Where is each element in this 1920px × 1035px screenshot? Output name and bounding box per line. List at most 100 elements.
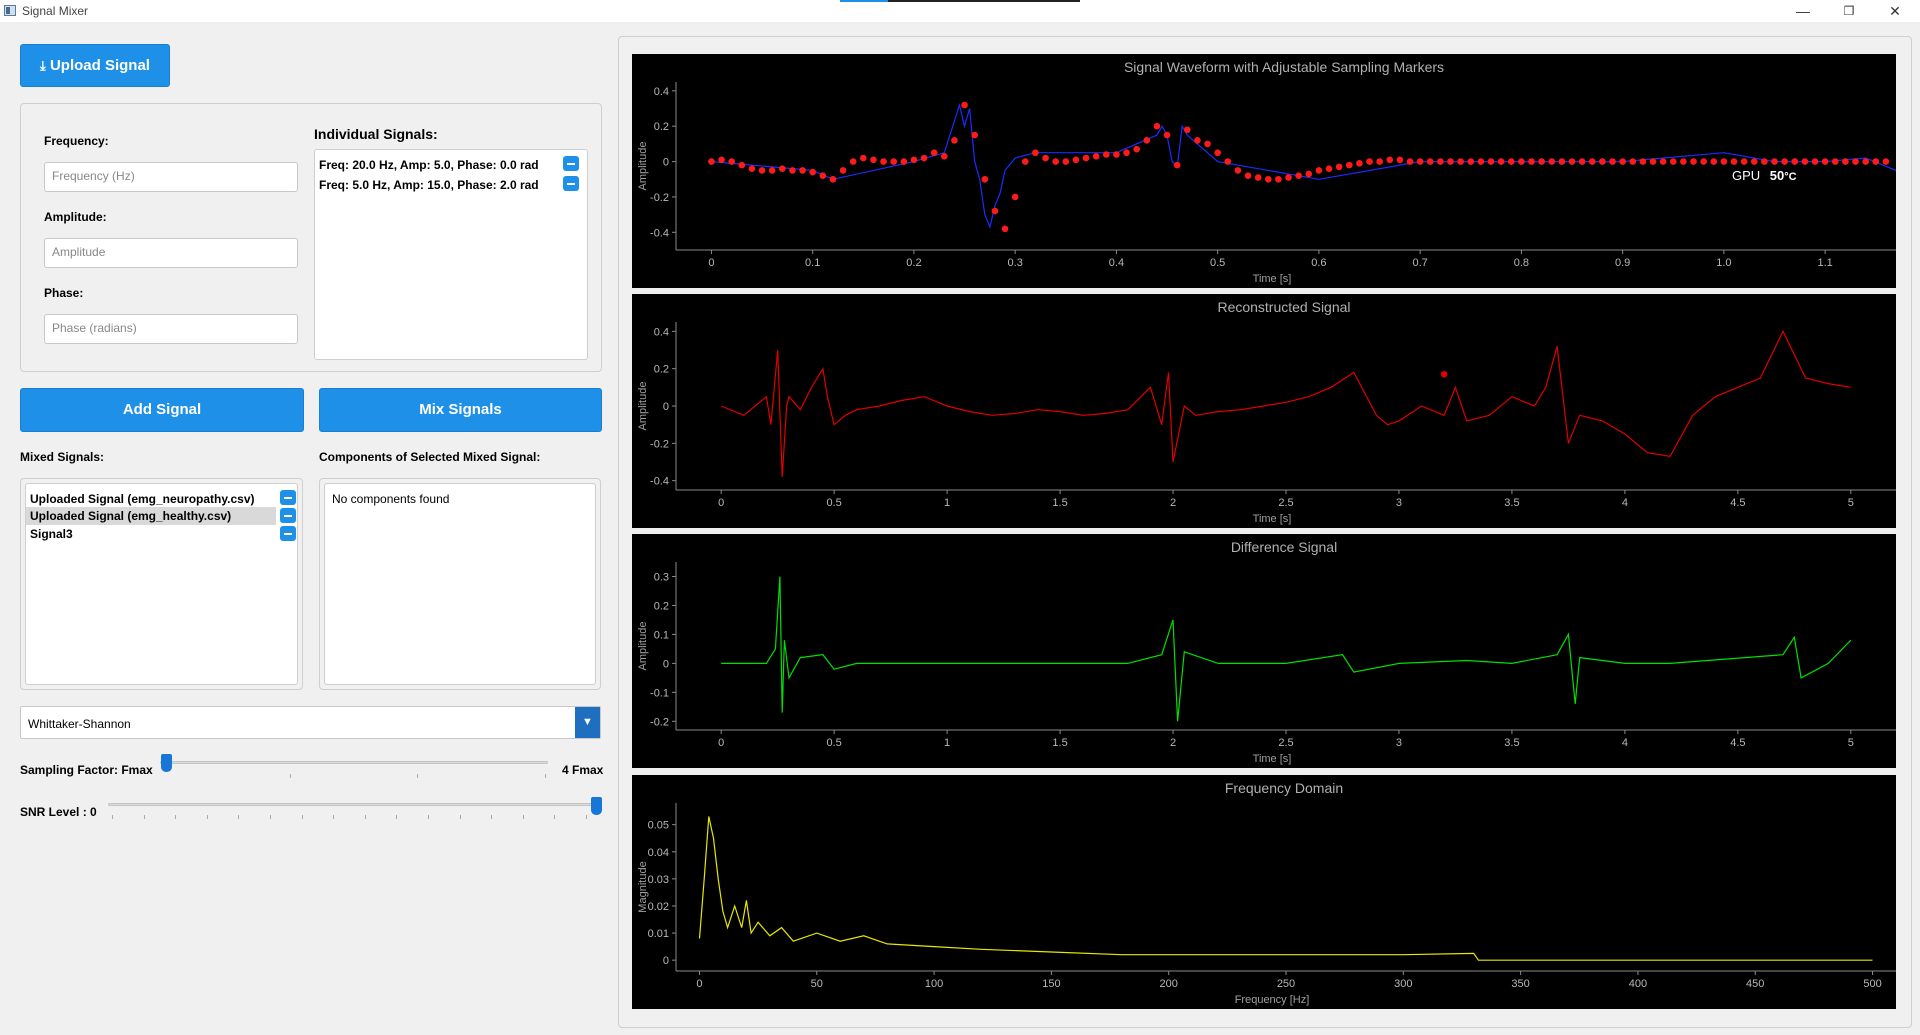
data-point: [1032, 149, 1039, 157]
waveform-plot[interactable]: Signal Waveform with Adjustable Sampling…: [632, 54, 1896, 288]
frequency-label: Frequency:: [44, 134, 109, 148]
data-point: [718, 156, 725, 164]
mixed-signals-frame: Uploaded Signal (emg_neuropathy.csv) Upl…: [20, 478, 303, 690]
close-icon[interactable]: ✕: [1872, 1, 1918, 21]
data-point: [1275, 175, 1282, 183]
data-point: [1467, 158, 1475, 165]
data-point: [1426, 158, 1434, 165]
data-point: [1440, 370, 1448, 378]
remove-mixed-signal-button[interactable]: [280, 490, 296, 505]
series-line-0: [698, 816, 1873, 961]
y-axis-label: Amplitude: [637, 622, 649, 671]
data-point: [1740, 158, 1748, 165]
data-point: [1518, 158, 1525, 165]
data-point: [1639, 158, 1647, 165]
x-tick-label: 0.5: [1210, 257, 1225, 269]
data-point: [1669, 158, 1677, 165]
data-point: [1082, 154, 1090, 162]
remove-mixed-signal-button[interactable]: [280, 526, 296, 541]
data-point: [1366, 158, 1373, 165]
data-point: [799, 167, 806, 174]
data-point: [940, 152, 948, 160]
slider-tick: [522, 815, 524, 819]
gpu-temperature-unit: °C: [1784, 171, 1797, 183]
frequency-input[interactable]: Frequency (Hz): [44, 162, 298, 192]
slider-tick: [270, 815, 271, 819]
data-point: [1528, 158, 1535, 165]
amplitude-input[interactable]: Amplitude: [44, 238, 298, 268]
y-tick-label: 0.04: [648, 847, 669, 859]
data-point: [1325, 165, 1333, 172]
individual-signals-title: Individual Signals:: [314, 126, 438, 142]
x-tick-label: 5: [1848, 737, 1854, 749]
y-tick-label: 0.4: [654, 326, 669, 338]
data-point: [768, 167, 776, 174]
snr-slider-track[interactable]: [108, 803, 598, 806]
data-point: [1194, 137, 1201, 144]
data-point: [951, 137, 958, 144]
list-item[interactable]: Freq: 20.0 Hz, Amp: 5.0, Phase: 0.0 rad: [319, 157, 539, 173]
data-point: [1842, 158, 1849, 165]
snr-slider-handle[interactable]: [591, 797, 602, 815]
components-list[interactable]: No components found: [324, 483, 596, 685]
sampling-factor-slider-handle[interactable]: [161, 754, 172, 772]
data-point: [1781, 158, 1788, 165]
reconstructed-plot[interactable]: Reconstructed Signal 0 0.5 1 1.5 2 2.5 3 3.5 4 4.5…: [632, 294, 1896, 528]
sampling-factor-label: Sampling Factor: Fmax: [20, 763, 153, 777]
list-item[interactable]: Uploaded Signal (emg_neuropathy.csv): [30, 491, 254, 507]
difference-plot[interactable]: Difference Signal 0 0.5 1 1.5 2 2.5 3 3.5 4 4.5 5 -0…: [632, 534, 1896, 768]
frequency-plot[interactable]: Frequency Domain 0 50 100 150 200 250 300 350 400…: [632, 775, 1896, 1009]
x-tick-label: 4: [1622, 497, 1628, 509]
snr-level-label: SNR Level : 0: [20, 805, 97, 819]
data-point: [1507, 158, 1515, 165]
data-point: [1578, 158, 1586, 165]
data-point: [1761, 158, 1768, 165]
x-tick-label: 0: [718, 497, 724, 509]
data-point: [1001, 225, 1009, 233]
slider-tick: [545, 774, 546, 778]
list-item[interactable]: Signal3: [30, 526, 73, 542]
data-point: [1305, 170, 1313, 178]
mix-signals-button[interactable]: Mix Signals: [319, 388, 602, 432]
remove-mixed-signal-button[interactable]: [280, 508, 296, 523]
chevron-down-icon[interactable]: ▼: [575, 707, 600, 738]
x-tick-label: 1.1: [1817, 257, 1832, 269]
data-point: [1538, 158, 1545, 165]
list-item[interactable]: Uploaded Signal (emg_healthy.csv): [30, 508, 231, 524]
remove-individual-signal-button[interactable]: [563, 176, 579, 191]
data-point: [1811, 158, 1819, 165]
minimize-icon[interactable]: —: [1780, 1, 1826, 21]
data-point: [910, 156, 918, 164]
add-signal-button[interactable]: Add Signal: [20, 388, 304, 432]
chart-title: Reconstructed Signal: [1217, 299, 1350, 315]
list-item[interactable]: Freq: 5.0 Hz, Amp: 15.0, Phase: 2.0 rad: [319, 177, 539, 193]
individual-signals-list[interactable]: Freq: 20.0 Hz, Amp: 5.0, Phase: 0.0 rad …: [314, 149, 588, 360]
y-tick-label: 0.1: [654, 629, 669, 641]
data-point: [779, 165, 786, 172]
y-tick-label: -0.2: [650, 716, 669, 728]
restore-icon[interactable]: ❐: [1826, 1, 1872, 21]
data-point: [1376, 158, 1383, 165]
y-tick-label: 0.2: [654, 121, 669, 133]
sampling-factor-slider-track[interactable]: [160, 761, 548, 764]
data-point: [1558, 158, 1566, 165]
components-frame: No components found: [319, 478, 601, 690]
data-point: [1264, 175, 1272, 183]
y-tick-label: -0.4: [650, 476, 669, 488]
mixed-signals-list[interactable]: Uploaded Signal (emg_neuropathy.csv) Upl…: [25, 483, 298, 685]
slider-tick: [290, 774, 291, 778]
data-point: [860, 154, 867, 162]
reconstruction-method-select[interactable]: Whittaker-Shannon ▼: [20, 706, 601, 739]
reconstruction-method-value: Whittaker-Shannon: [28, 717, 131, 731]
data-point: [1153, 122, 1161, 130]
x-tick-label: 2: [1170, 737, 1176, 749]
slider-tick: [364, 815, 366, 819]
data-point: [1021, 158, 1029, 165]
slider-tick: [459, 815, 461, 819]
data-point: [1730, 158, 1738, 165]
phase-input[interactable]: Phase (radians): [44, 314, 298, 344]
upload-signal-button[interactable]: ⤓ Upload Signal: [20, 44, 170, 87]
chart-title: Difference Signal: [1231, 539, 1337, 555]
data-point: [961, 101, 968, 109]
remove-individual-signal-button[interactable]: [563, 156, 579, 171]
